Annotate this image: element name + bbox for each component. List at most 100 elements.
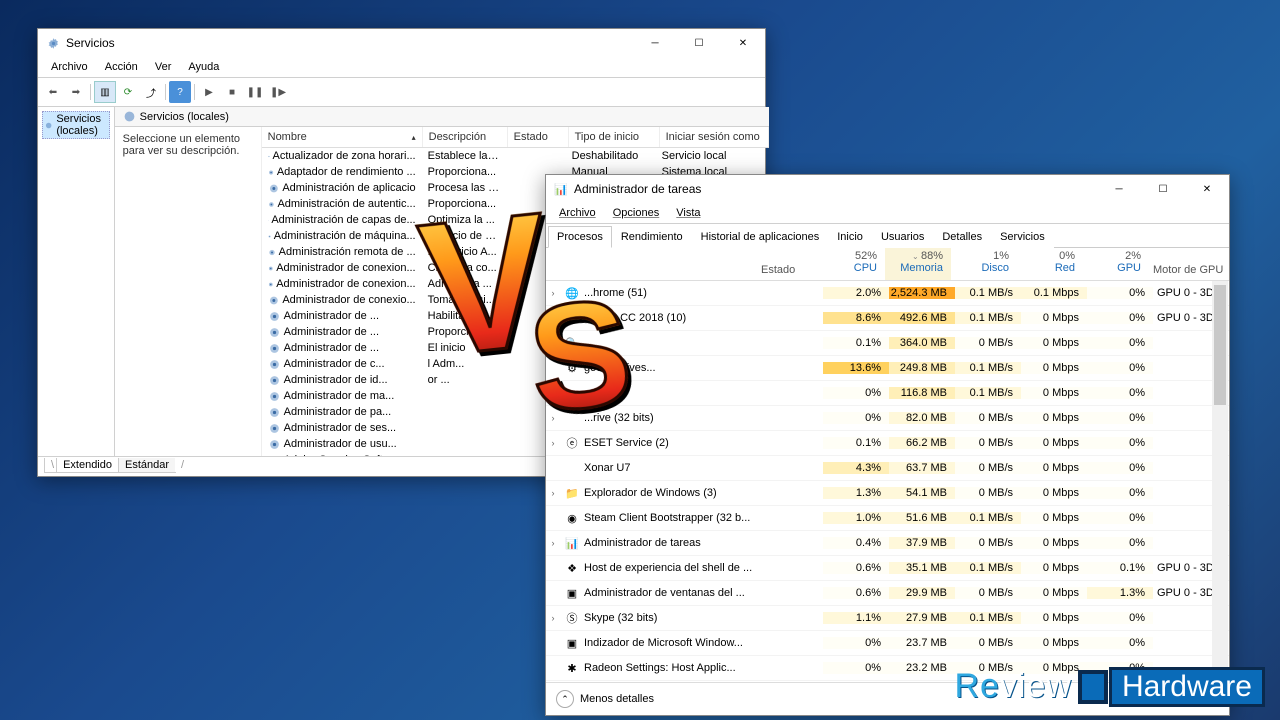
expand-icon[interactable]: › <box>546 538 560 548</box>
gear-icon <box>268 198 275 211</box>
export-icon[interactable]: ⤴ <box>140 81 162 103</box>
gear-icon <box>268 246 276 259</box>
process-row[interactable]: ›...rive (32 bits)0%82.0 MB0 MB/s0 Mbps0… <box>546 406 1229 431</box>
gear-icon <box>268 422 281 435</box>
tm-title: Administrador de tareas <box>574 182 1097 196</box>
expand-icon[interactable]: › <box>546 338 560 348</box>
col-nombre[interactable]: Nombre ▴ <box>262 127 423 147</box>
maximize-button[interactable]: ☐ <box>1141 175 1185 203</box>
menu-archivo[interactable]: Archivo <box>552 205 603 221</box>
close-button[interactable]: ✕ <box>721 29 765 57</box>
fewer-details-label[interactable]: Menos detalles <box>580 693 654 705</box>
tab-usuarios[interactable]: Usuarios <box>872 226 933 248</box>
app-icon <box>564 410 580 426</box>
menu-accion[interactable]: Acción <box>98 59 145 75</box>
menu-opciones[interactable]: Opciones <box>606 205 666 221</box>
minimize-button[interactable]: ─ <box>1097 175 1141 203</box>
scrollbar[interactable] <box>1212 281 1228 682</box>
process-row[interactable]: Xonar U74.3%63.7 MB0 MB/s0 Mbps0% <box>546 456 1229 481</box>
services-local-node[interactable]: Servicios (locales) <box>42 111 110 139</box>
col-disco[interactable]: 1%Disco <box>951 248 1017 280</box>
process-row[interactable]: ›📁Explorador de Windows (3)1.3%54.1 MB0 … <box>546 481 1229 506</box>
process-row[interactable]: ›🌐...hrome (51)2.0%2,524.3 MB0.1 MB/s0.1… <box>546 281 1229 306</box>
col-nombre[interactable] <box>546 248 757 280</box>
tab-servicios[interactable]: Servicios <box>991 226 1054 248</box>
process-row[interactable]: ▣Indizador de Microsoft Window...0%23.7 … <box>546 631 1229 656</box>
process-row[interactable]: ◉Steam Client Bootstrapper (32 b...1.0%5… <box>546 506 1229 531</box>
col-iniciar-sesion[interactable]: Iniciar sesión como <box>660 127 769 147</box>
app-icon: ✱ <box>564 660 580 676</box>
tab-estandar[interactable]: Estándar <box>118 458 176 473</box>
stop-icon: ■ <box>221 81 243 103</box>
gear-icon <box>268 358 281 371</box>
col-gpu[interactable]: 2%GPU <box>1083 248 1149 280</box>
app-icon: ⚙ <box>564 360 580 376</box>
forward-icon: ➡ <box>65 81 87 103</box>
gear-icon <box>268 342 281 355</box>
help-icon[interactable]: ? <box>169 81 191 103</box>
process-row[interactable]: ›🅿...shop CC 2018 (10)8.6%492.6 MB0.1 MB… <box>546 306 1229 331</box>
pause-icon: ❚❚ <box>244 81 266 103</box>
expand-icon[interactable]: › <box>546 288 560 298</box>
process-row[interactable]: ❖Host de experiencia del shell de ...0.6… <box>546 556 1229 581</box>
process-row[interactable]: ›ⓔESET Service (2)0.1%66.2 MB0 MB/s0 Mbp… <box>546 431 1229 456</box>
app-icon <box>564 385 580 401</box>
col-tipo-inicio[interactable]: Tipo de inicio <box>569 127 660 147</box>
tab-inicio[interactable]: Inicio <box>828 226 872 248</box>
app-icon: 🌐 <box>564 285 580 301</box>
back-icon[interactable]: ⬅ <box>42 81 64 103</box>
tab-historial-de-aplicaciones[interactable]: Historial de aplicaciones <box>692 226 829 248</box>
app-icon <box>564 460 580 476</box>
process-row[interactable]: ▣Administrador de ventanas del ...0.6%29… <box>546 581 1229 606</box>
expand-icon[interactable]: › <box>546 613 560 623</box>
app-icon: ▣ <box>564 585 580 601</box>
expand-icon[interactable]: › <box>546 488 560 498</box>
pane-icon[interactable]: ▥ <box>94 81 116 103</box>
app-icon: ▣ <box>564 635 580 651</box>
menu-ver[interactable]: Ver <box>148 59 179 75</box>
services-menubar: Archivo Acción Ver Ayuda <box>38 57 765 78</box>
gear-icon <box>268 278 274 291</box>
col-memoria[interactable]: ⌄ 88%Memoria <box>885 248 951 280</box>
expand-icon[interactable]: › <box>546 413 560 423</box>
col-cpu[interactable]: 52%CPU <box>819 248 885 280</box>
col-estado[interactable]: Estado <box>508 127 569 147</box>
app-icon: 🔍 <box>564 335 580 351</box>
services-titlebar[interactable]: Servicios ─ ☐ ✕ <box>38 29 765 57</box>
col-estado[interactable]: Estado <box>757 248 819 280</box>
maximize-button[interactable]: ☐ <box>677 29 721 57</box>
tm-menubar: Archivo Opciones Vista <box>546 203 1229 224</box>
service-row[interactable]: Actualizador de zona horari...Establece … <box>262 148 769 164</box>
process-row[interactable]: ›📊Administrador de tareas0.4%37.9 MB0 MB… <box>546 531 1229 556</box>
tab-rendimiento[interactable]: Rendimiento <box>612 226 692 248</box>
tm-tabs: ProcesosRendimientoHistorial de aplicaci… <box>546 226 1229 248</box>
app-icon: 📁 <box>564 485 580 501</box>
col-descripcion[interactable]: Descripción <box>423 127 508 147</box>
watermark-review: Review <box>954 667 1072 706</box>
refresh-icon[interactable]: ⟳ <box>117 81 139 103</box>
minimize-button[interactable]: ─ <box>633 29 677 57</box>
gear-icon <box>268 182 280 195</box>
tab-procesos[interactable]: Procesos <box>548 226 612 248</box>
menu-archivo[interactable]: Archivo <box>44 59 95 75</box>
app-icon: ❖ <box>564 560 580 576</box>
expand-icon[interactable]: › <box>546 313 560 323</box>
tab-extendido[interactable]: Extendido <box>56 458 119 473</box>
process-row[interactable]: 0%116.8 MB0.1 MB/s0 Mbps0% <box>546 381 1229 406</box>
expand-icon[interactable]: › <box>546 438 560 448</box>
process-row[interactable]: ›🔍0.1%364.0 MB0 MB/s0 Mbps0% <box>546 331 1229 356</box>
watermark-logo: Review Hardware <box>954 667 1262 706</box>
menu-vista[interactable]: Vista <box>669 205 707 221</box>
tm-titlebar[interactable]: 📊 Administrador de tareas ─ ☐ ✕ <box>546 175 1229 203</box>
app-icon: 📊 <box>564 535 580 551</box>
app-icon: ◉ <box>564 510 580 526</box>
col-red[interactable]: 0%Red <box>1017 248 1083 280</box>
col-motor-gpu[interactable]: Motor de GPU <box>1149 248 1229 280</box>
watermark-hardware: Hardware <box>1112 670 1262 704</box>
fewer-details-icon[interactable]: ⌃ <box>556 690 574 708</box>
close-button[interactable]: ✕ <box>1185 175 1229 203</box>
tab-detalles[interactable]: Detalles <box>933 226 991 248</box>
process-row[interactable]: ⚙googledrives...13.6%249.8 MB0.1 MB/s0 M… <box>546 356 1229 381</box>
process-row[interactable]: ›ⓈSkype (32 bits)1.1%27.9 MB0.1 MB/s0 Mb… <box>546 606 1229 631</box>
menu-ayuda[interactable]: Ayuda <box>181 59 226 75</box>
